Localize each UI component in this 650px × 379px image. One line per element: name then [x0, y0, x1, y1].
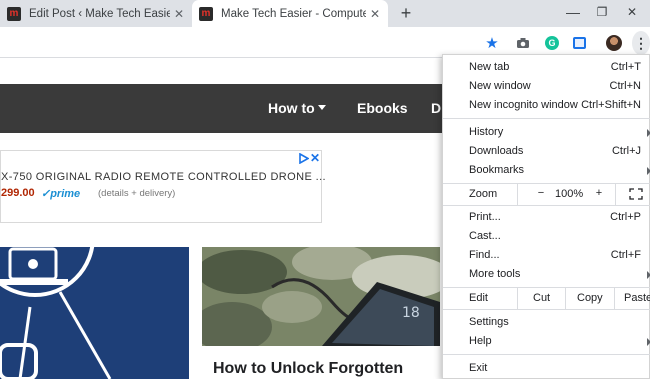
edit-row: Edit Cut Copy Paste [443, 288, 650, 309]
svg-text:18: 18 [402, 305, 420, 321]
menu-item-help[interactable]: Help [443, 332, 650, 351]
menu-item-find[interactable]: Find... Ctrl+F [443, 246, 650, 265]
menu-separator [443, 354, 650, 355]
menu-item-new-incognito-window[interactable]: New incognito window Ctrl+Shift+N [443, 96, 650, 115]
close-window-button[interactable]: ✕ [622, 4, 642, 20]
paste-button[interactable]: Paste [624, 292, 650, 304]
menu-separator [443, 309, 650, 310]
menu-item-print[interactable]: Print... Ctrl+P [443, 208, 650, 227]
zoom-divider [615, 184, 616, 205]
chrome-main-menu: New tab Ctrl+T New window Ctrl+N New inc… [442, 54, 650, 379]
new-tab-button[interactable]: + [397, 3, 415, 23]
nav-partial-item[interactable]: D [431, 84, 441, 133]
tab-strip: m Edit Post ‹ Make Tech Easier — W ✕ m M… [0, 0, 650, 27]
zoom-out-button[interactable]: − [535, 187, 547, 199]
menu-item-more-tools[interactable]: More tools [443, 265, 650, 284]
tab-title: Edit Post ‹ Make Tech Easier — W [29, 7, 170, 20]
advertisement[interactable]: X-750 ORIGINAL RADIO REMOTE CONTROLLED D… [0, 150, 326, 223]
cut-button[interactable]: Cut [533, 292, 550, 304]
article-card-image-right[interactable]: 18 [202, 247, 440, 346]
zoom-level: 100% [555, 188, 584, 200]
menu-item-settings[interactable]: Settings [443, 313, 650, 332]
cast-extension-icon[interactable] [571, 35, 587, 51]
grammarly-icon[interactable]: G [544, 35, 560, 51]
zoom-label: Zoom [469, 188, 498, 200]
menu-item-new-window[interactable]: New window Ctrl+N [443, 77, 650, 96]
close-icon[interactable]: ✕ [366, 7, 384, 21]
menu-item-new-tab[interactable]: New tab Ctrl+T [443, 58, 650, 77]
tab-make-tech-easier[interactable]: m Make Tech Easier - Computer Tut ✕ [192, 0, 388, 27]
menu-item-downloads[interactable]: Downloads Ctrl+J [443, 142, 650, 161]
site-favicon: m [7, 6, 21, 21]
article-card-image-left[interactable] [0, 247, 189, 379]
zoom-in-button[interactable]: + [593, 187, 605, 199]
computer-illustration [0, 247, 112, 379]
chevron-down-icon [318, 105, 326, 110]
maximize-button[interactable]: ❐ [592, 4, 612, 20]
article-title[interactable]: How to Unlock Forgotten [213, 360, 403, 378]
phone-photo: 18 [202, 247, 440, 346]
menu-item-cast[interactable]: Cast... [443, 227, 650, 246]
ad-title[interactable]: X-750 ORIGINAL RADIO REMOTE CONTROLLED D… [1, 171, 326, 183]
fullscreen-icon[interactable] [629, 188, 643, 200]
zoom-row: Zoom − 100% + [443, 184, 650, 205]
close-icon[interactable]: ✕ [170, 7, 188, 21]
site-favicon: m [199, 6, 213, 21]
edit-label: Edit [469, 292, 488, 304]
menu-item-history[interactable]: History [443, 123, 650, 142]
profile-avatar[interactable] [606, 35, 622, 51]
zoom-divider [517, 184, 518, 205]
star-icon[interactable]: ★ [484, 35, 500, 52]
menu-separator [443, 205, 650, 206]
adchoices-icon[interactable] [298, 153, 309, 164]
edit-divider [614, 288, 615, 309]
menu-item-exit[interactable]: Exit [443, 359, 650, 378]
tab-title: Make Tech Easier - Computer Tut [221, 7, 366, 20]
ad-details[interactable]: (details + delivery) [98, 188, 175, 199]
close-icon[interactable]: ✕ [310, 151, 320, 165]
edit-divider [517, 288, 518, 309]
edit-divider [565, 288, 566, 309]
nav-ebooks[interactable]: Ebooks [357, 84, 408, 133]
tab-edit-post[interactable]: m Edit Post ‹ Make Tech Easier — W ✕ [0, 0, 192, 27]
menu-separator [443, 118, 650, 119]
kebab-menu-icon[interactable]: ⋮ [632, 31, 650, 55]
minimize-button[interactable]: — [563, 4, 583, 20]
camera-icon[interactable] [515, 35, 531, 51]
nav-how-to[interactable]: How to [268, 84, 315, 133]
menu-item-bookmarks[interactable]: Bookmarks [443, 161, 650, 180]
copy-button[interactable]: Copy [577, 292, 603, 304]
ad-price: 299.00 [1, 187, 35, 199]
prime-badge: ✓prime [41, 188, 81, 200]
